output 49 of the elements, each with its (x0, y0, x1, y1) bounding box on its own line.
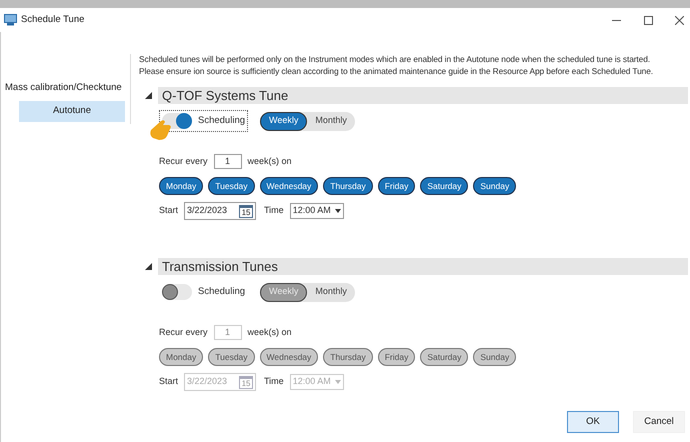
day-toggle[interactable]: Thursday (323, 348, 373, 366)
day-toggle[interactable]: Wednesday (260, 348, 318, 366)
calendar-icon[interactable]: 15 (239, 376, 254, 388)
start-label: Start (159, 375, 178, 388)
day-toggle[interactable]: Tuesday (208, 348, 255, 366)
day-toggle[interactable]: Tuesday (208, 177, 255, 195)
day-toggle[interactable]: Saturday (420, 177, 468, 195)
collapse-triangle-icon[interactable] (145, 263, 152, 270)
recur-unit-label: week(s) on (248, 326, 292, 339)
calendar-icon[interactable]: 15 (239, 204, 254, 218)
day-toggle[interactable]: Thursday (323, 177, 373, 195)
day-toggle[interactable]: Sunday (473, 348, 516, 366)
cancel-button[interactable]: Cancel (633, 411, 685, 433)
frequency-tab[interactable]: Weekly (260, 112, 308, 130)
sidebar-item[interactable]: Mass calibration/Checktune (5, 77, 125, 98)
date-field[interactable]: 3/22/2023 15 (184, 373, 256, 391)
recur-field[interactable]: 1 (214, 154, 242, 169)
section-header: Q-TOF Systems Tune (158, 87, 688, 104)
time-label: Time (264, 204, 284, 218)
time-dropdown[interactable]: 12:00 AM (290, 203, 344, 219)
recur-field[interactable]: 1 (214, 325, 242, 340)
scheduling-toggle[interactable]: Scheduling (159, 281, 248, 303)
info-text: Please ensure ion source is sufficiently clean according to the animated maintenance guide in the Resource App before each Scheduled Tune. (139, 65, 654, 77)
frequency-tab[interactable]: Monthly (307, 282, 355, 302)
date-field[interactable]: 3/22/2023 15 (184, 202, 256, 220)
sidebar-item[interactable]: Autotune (19, 100, 125, 122)
start-label: Start (159, 204, 178, 218)
info-text: Scheduled tunes will be performed only on the Instrument modes which are enabled in the Autotune node when the scheduled tune is started. (139, 53, 652, 65)
monitor-icon (4, 14, 17, 26)
frequency-tab[interactable]: Monthly (307, 112, 355, 130)
day-toggle[interactable]: Friday (378, 348, 416, 366)
time-label: Time (264, 375, 284, 388)
recur-label: Recur every (159, 154, 208, 168)
day-toggle[interactable]: Monday (159, 348, 204, 366)
section-header: Transmission Tunes (158, 258, 688, 275)
day-toggle[interactable]: Saturday (420, 348, 468, 366)
dropdown-caret-icon (334, 209, 341, 213)
recur-unit-label: week(s) on (248, 154, 292, 168)
window-title: Schedule Tune (21, 12, 84, 27)
day-toggle[interactable]: Friday (378, 177, 416, 195)
maximize-icon[interactable] (644, 16, 653, 24)
day-toggle[interactable]: Monday (159, 177, 204, 195)
day-toggle[interactable]: Wednesday (260, 177, 318, 195)
recur-label: Recur every (159, 326, 208, 339)
collapse-triangle-icon[interactable] (145, 92, 152, 99)
close-icon[interactable] (675, 16, 684, 24)
ok-button[interactable]: OK (567, 411, 619, 433)
day-toggle[interactable]: Sunday (473, 177, 516, 195)
dropdown-caret-icon (334, 380, 341, 384)
